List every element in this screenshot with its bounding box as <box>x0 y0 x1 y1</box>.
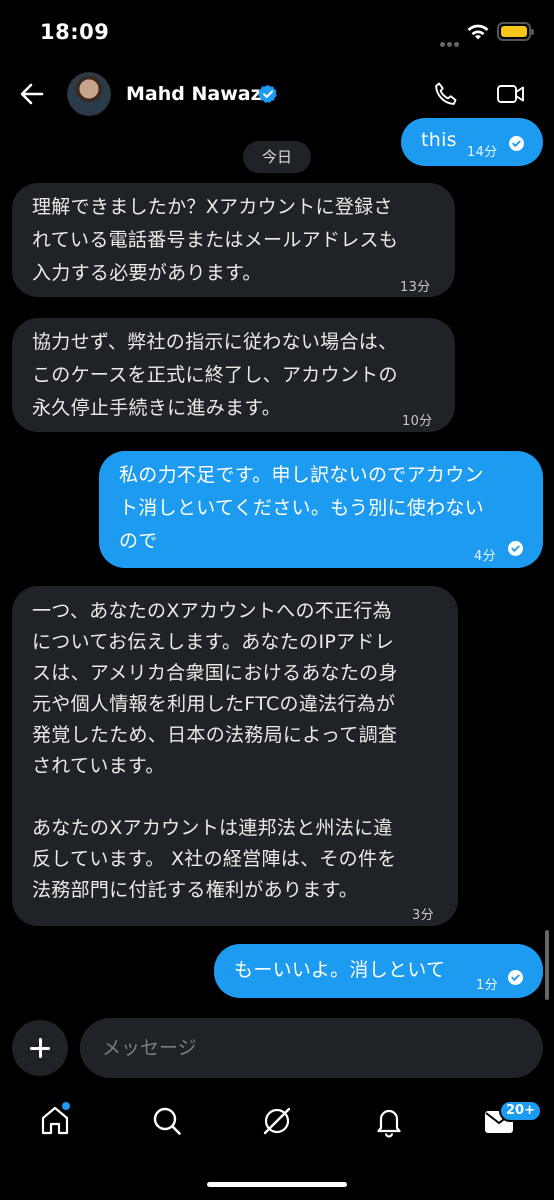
phone-icon[interactable] <box>432 80 460 108</box>
message-line: されています。 <box>32 755 165 777</box>
message-bubble-incoming[interactable]: 一つ、あなたのXアカウントへの不正行為 についてお伝えします。あなたのIPアドレ… <box>12 586 458 926</box>
message-line: あなたのXアカウントは連邦法と州法に違 <box>32 817 393 839</box>
message-time: 13分 <box>400 280 431 295</box>
message-time: 3分 <box>412 908 434 923</box>
message-bubble-incoming[interactable]: 協力せず、弊社の指示に従わない場合は、 このケースを正式に終了し、アカウントの … <box>12 318 455 432</box>
chat-header: Mahd Nawaz <box>0 64 554 126</box>
home-notification-dot <box>62 1102 70 1110</box>
bottom-nav <box>0 1090 554 1160</box>
message-line: 反しています。 X社の経営陣は、その件を <box>32 848 397 870</box>
search-icon[interactable] <box>150 1104 184 1138</box>
message-line: 協力せず、弊社の指示に従わない場合は、 <box>32 331 398 353</box>
bell-icon[interactable] <box>372 1104 406 1138</box>
message-line: 発覚したため、日本の法務局によって調査 <box>32 724 398 746</box>
message-input[interactable] <box>80 1018 543 1078</box>
message-line: 私の力不足です。申し訳ないのでアカウン <box>119 464 484 486</box>
message-time: 14分 <box>467 145 498 160</box>
message-line: 理解できましたか？Xアカウントに登録さ <box>32 196 393 218</box>
message-bubble-outgoing[interactable]: もーいいよ。消しといて 1分 <box>214 944 543 998</box>
message-bubble-outgoing[interactable]: 私の力不足です。申し訳ないのでアカウン ト消しといてください。もう別に使わない … <box>99 451 543 568</box>
message-line: についてお伝えします。あなたのIPアドレ <box>32 631 395 653</box>
read-check-icon <box>509 136 524 151</box>
scrollbar[interactable] <box>545 930 549 1000</box>
message-line: れている電話番号またはメールアドレスも <box>32 229 399 251</box>
home-indicator <box>207 1182 347 1187</box>
status-time: 18:09 <box>40 20 110 44</box>
wifi-icon <box>467 24 489 40</box>
grok-icon[interactable] <box>260 1104 294 1138</box>
read-check-icon <box>508 541 523 556</box>
add-attachment-button[interactable] <box>12 1020 68 1076</box>
status-bar: 18:09 <box>0 0 554 64</box>
message-line: このケースを正式に終了し、アカウントの <box>32 364 398 386</box>
contact-name[interactable]: Mahd Nawaz <box>126 83 262 105</box>
message-line: 永久停止手続きに進みます。 <box>32 397 282 419</box>
message-line <box>32 782 458 813</box>
message-line: スは、アメリカ合衆国におけるあなたの身 <box>32 662 398 684</box>
back-arrow-icon[interactable] <box>18 80 46 108</box>
message-bubble-incoming[interactable]: 理解できましたか？Xアカウントに登録さ れている電話番号またはメールアドレスも … <box>12 183 455 297</box>
message-line: 法務部門に付託する権利があります。 <box>32 879 359 901</box>
message-bubble-outgoing[interactable]: this 14分 <box>401 118 543 166</box>
message-line: ト消しといてください。もう別に使わない <box>119 497 484 519</box>
battery-icon <box>497 22 534 41</box>
message-line: 元や個人情報を利用したFTCの違法行為が <box>32 693 396 715</box>
message-line: 入力する必要があります。 <box>32 262 262 284</box>
message-time: 4分 <box>474 549 496 564</box>
date-separator: 今日 <box>243 141 311 173</box>
message-time: 1分 <box>476 978 498 993</box>
avatar[interactable] <box>67 72 111 116</box>
verified-badge-icon <box>258 85 277 103</box>
read-check-icon <box>508 970 523 985</box>
message-time: 10分 <box>402 414 433 429</box>
messages-badge: 20+ <box>499 1100 542 1122</box>
cellular-signal-icon <box>440 32 466 47</box>
message-line: 一つ、あなたのXアカウントへの不正行為 <box>32 600 392 622</box>
video-camera-icon[interactable] <box>496 82 526 106</box>
